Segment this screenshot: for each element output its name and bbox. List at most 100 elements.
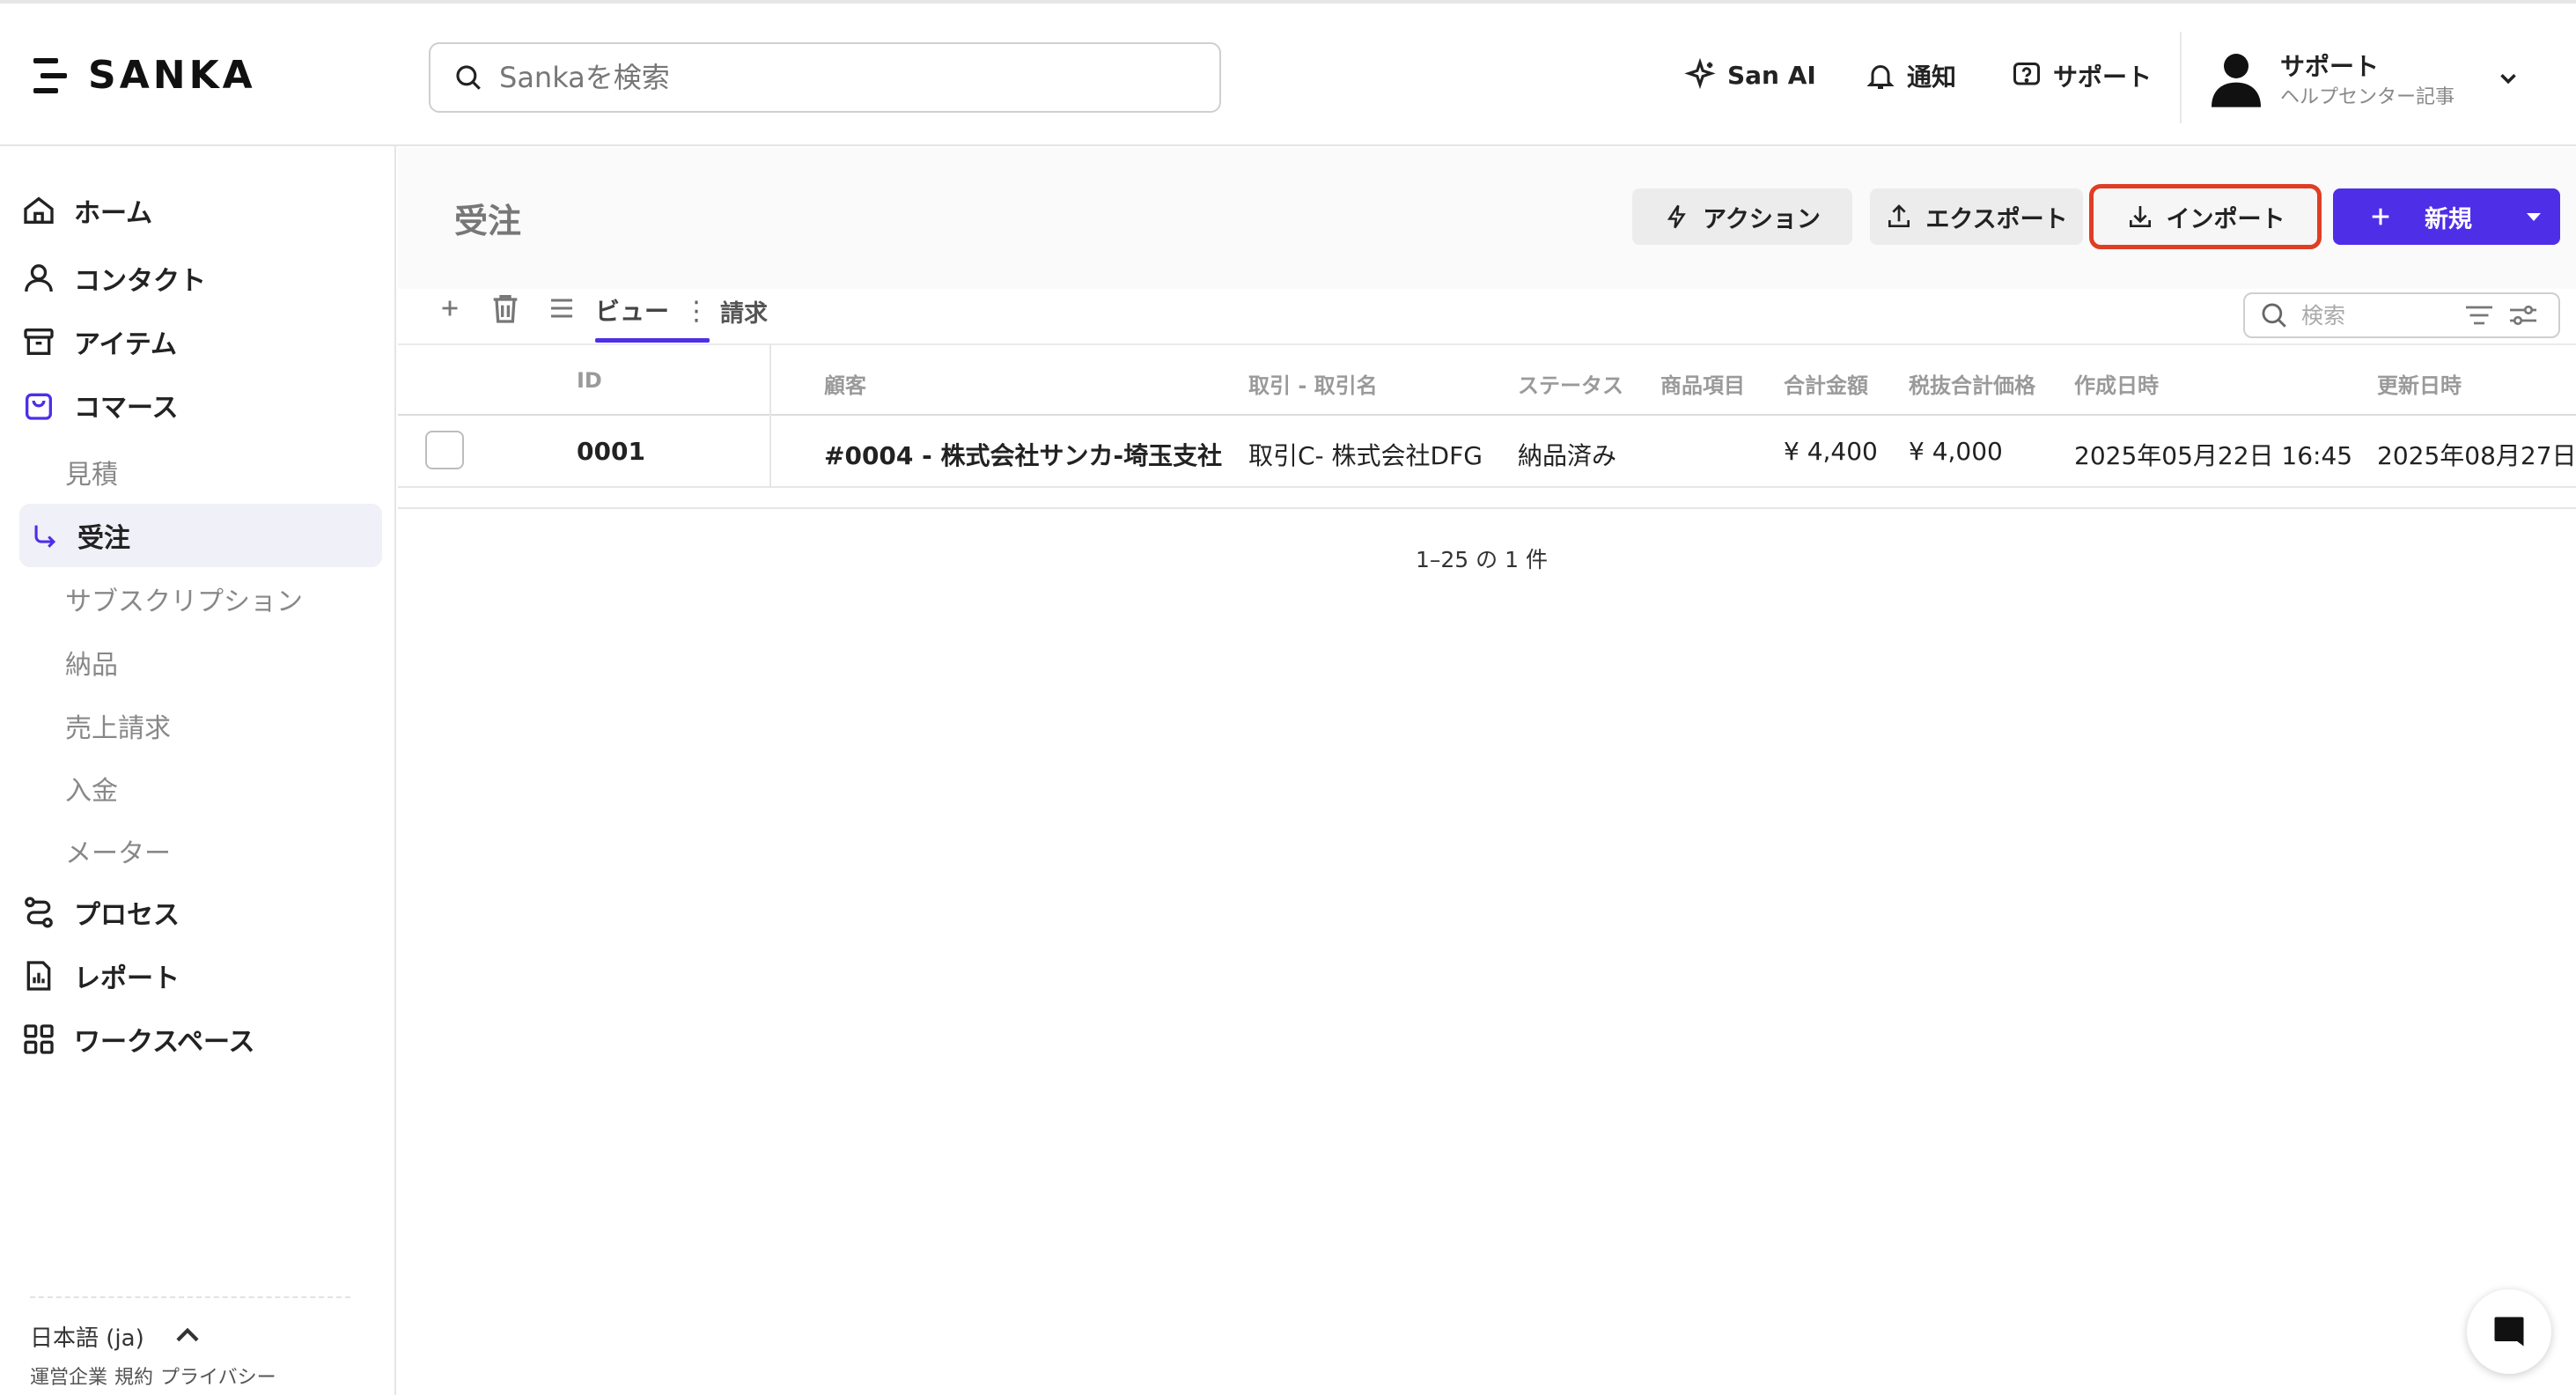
notification-button[interactable]: 通知: [1865, 58, 1956, 93]
search-icon: [2262, 303, 2286, 328]
column-header-created[interactable]: 作成日時: [2074, 368, 2159, 399]
column-header-items[interactable]: 商品項目: [1660, 368, 1745, 399]
table-footer-divider: [398, 507, 2576, 509]
column-header-status[interactable]: ステータス: [1518, 368, 1623, 399]
column-header-updated[interactable]: 更新日時: [2377, 368, 2462, 399]
list-icon[interactable]: [546, 292, 578, 324]
sidebar-footer-divider: [30, 1296, 350, 1298]
logo-text: SANKA: [88, 53, 256, 98]
trash-icon[interactable]: [488, 291, 523, 326]
shopping-bag-icon: [26, 393, 52, 420]
chevron-up-icon: [176, 1327, 199, 1342]
top-bar: SANKA San AI 通知 サポート サポート ヘルプセンター記事: [0, 0, 2576, 146]
sidebar-item-process[interactable]: プロセス: [21, 886, 180, 939]
sidebar-item-label: コンタクト: [74, 266, 206, 297]
plus-icon: [2372, 208, 2389, 225]
cell-created: 2025年05月22日 16:45: [2074, 441, 2353, 470]
export-button[interactable]: エクスポート: [1870, 188, 2083, 245]
import-button[interactable]: インポート: [2089, 184, 2322, 249]
sparkle-icon: [1684, 58, 1716, 90]
toolbar-icons: [435, 291, 578, 326]
column-header-total[interactable]: 合計金額: [1784, 368, 1868, 399]
search-icon: [456, 65, 481, 90]
more-vertical-icon[interactable]: ⋮: [683, 296, 710, 327]
tab-view[interactable]: ビュー: [595, 292, 669, 328]
sidebar-item-home[interactable]: ホーム: [21, 184, 152, 237]
cell-updated: 2025年08月27日: [2377, 441, 2576, 470]
sidebar-item-label: プロセス: [74, 900, 180, 931]
action-button[interactable]: アクション: [1632, 188, 1852, 245]
tab-billing[interactable]: 請求: [720, 294, 768, 328]
chevron-down-icon[interactable]: [2495, 65, 2521, 92]
language-selector[interactable]: 日本語 (ja): [30, 1319, 204, 1353]
sidebar-item-label: ワークスペース: [74, 1027, 255, 1058]
san-ai-button[interactable]: San AI: [1683, 58, 1816, 92]
tab-active-indicator: [595, 338, 710, 343]
user-subtitle: ヘルプセンター記事: [2280, 86, 2455, 108]
table-header: ID 顧客 取引 - 取引名 ステータス 商品項目 合計金額 税抜合計価格 作成…: [398, 343, 2576, 416]
sidebar-item-label: コマース: [74, 393, 179, 424]
column-header-subtotal[interactable]: 税抜合計価格: [1909, 368, 2035, 399]
header-divider: [2180, 32, 2182, 123]
sidebar-subitem-label: 売上請求: [65, 713, 171, 744]
sidebar-subitem-label: サブスクリプション: [65, 587, 303, 617]
table-search[interactable]: [2243, 292, 2560, 338]
plus-icon[interactable]: [435, 293, 465, 323]
legal-link-company[interactable]: 運営企業: [30, 1362, 107, 1390]
sidebar-item-commerce[interactable]: コマース: [21, 379, 179, 432]
table-row[interactable]: 0001 #0004 - 株式会社サンカ-埼玉支社 取引C- 株式会社DFG 納…: [398, 416, 2576, 488]
sidebar-subitem-estimates[interactable]: 見積: [65, 447, 118, 497]
home-icon: [24, 196, 54, 224]
sidebar-subitem-label: 納品: [65, 650, 118, 681]
sidebar-item-workspace[interactable]: ワークスペース: [21, 1013, 255, 1066]
sidebar-subitem-label: 見積: [65, 460, 118, 491]
user-icon: [25, 264, 53, 292]
column-header-customer[interactable]: 顧客: [824, 368, 866, 399]
sidebar-subitem-label: 受注: [77, 523, 130, 554]
search-input[interactable]: [499, 61, 1186, 94]
sidebar-subitem-label: 入金: [65, 776, 118, 807]
caret-down-icon[interactable]: [2523, 206, 2544, 227]
sidebar-subitem-sales-invoice[interactable]: 売上請求: [65, 701, 171, 750]
logo[interactable]: SANKA: [33, 53, 256, 98]
table-search-input[interactable]: [2301, 302, 2451, 328]
legal-links: 運営企業 規約 プライバシー: [30, 1362, 276, 1390]
page-title: 受注: [454, 202, 522, 240]
cell-customer[interactable]: #0004 - 株式会社サンカ-埼玉支社: [824, 437, 1222, 472]
sidebar-item-label: ホーム: [74, 198, 153, 229]
row-checkbox[interactable]: [425, 431, 464, 469]
avatar-icon: [2212, 54, 2261, 107]
sidebar-subitem-meter[interactable]: メーター: [65, 826, 171, 875]
sidebar-item-report[interactable]: レポート: [21, 949, 180, 1002]
cell-status: 納品済み: [1518, 441, 1617, 470]
legal-link-privacy[interactable]: プライバシー: [160, 1362, 276, 1390]
help-icon: [2013, 63, 2040, 85]
sliders-icon[interactable]: [2507, 302, 2539, 328]
sidebar-subitem-delivery[interactable]: 納品: [65, 638, 118, 687]
cell-total: ¥ 4,400: [1784, 437, 1878, 466]
san-ai-label: San AI: [1727, 60, 1816, 90]
global-search[interactable]: [429, 42, 1221, 113]
bell-icon: [1866, 65, 1895, 89]
sidebar-item-label: アイテム: [74, 329, 177, 360]
user-menu[interactable]: サポート ヘルプセンター記事: [2212, 46, 2528, 116]
support-label: サポート: [2053, 63, 2153, 92]
sidebar-item-contacts[interactable]: コンタクト: [21, 252, 206, 305]
column-header-id[interactable]: ID: [577, 368, 602, 393]
sidebar-item-items[interactable]: アイテム: [21, 315, 177, 368]
new-button[interactable]: 新規: [2333, 188, 2560, 245]
sidebar-subitem-orders[interactable]: 受注: [30, 509, 130, 562]
support-button[interactable]: サポート: [2011, 58, 2152, 93]
sidebar-subitem-subscriptions[interactable]: サブスクリプション: [65, 574, 303, 624]
chat-launcher[interactable]: [2467, 1289, 2551, 1374]
filter-icon[interactable]: [2463, 302, 2495, 328]
language-label: 日本語 (ja): [30, 1325, 144, 1352]
cell-id[interactable]: 0001: [577, 437, 645, 466]
cell-deal[interactable]: 取引C- 株式会社DFG: [1248, 437, 1483, 472]
legal-link-terms[interactable]: 規約: [114, 1362, 153, 1390]
column-header-deal[interactable]: 取引 - 取引名: [1248, 368, 1378, 399]
cell-subtotal: ¥ 4,000: [1909, 437, 2003, 466]
user-name: サポート: [2280, 52, 2380, 81]
sidebar-subitem-payment[interactable]: 入金: [65, 764, 118, 813]
archive-icon: [24, 328, 54, 355]
